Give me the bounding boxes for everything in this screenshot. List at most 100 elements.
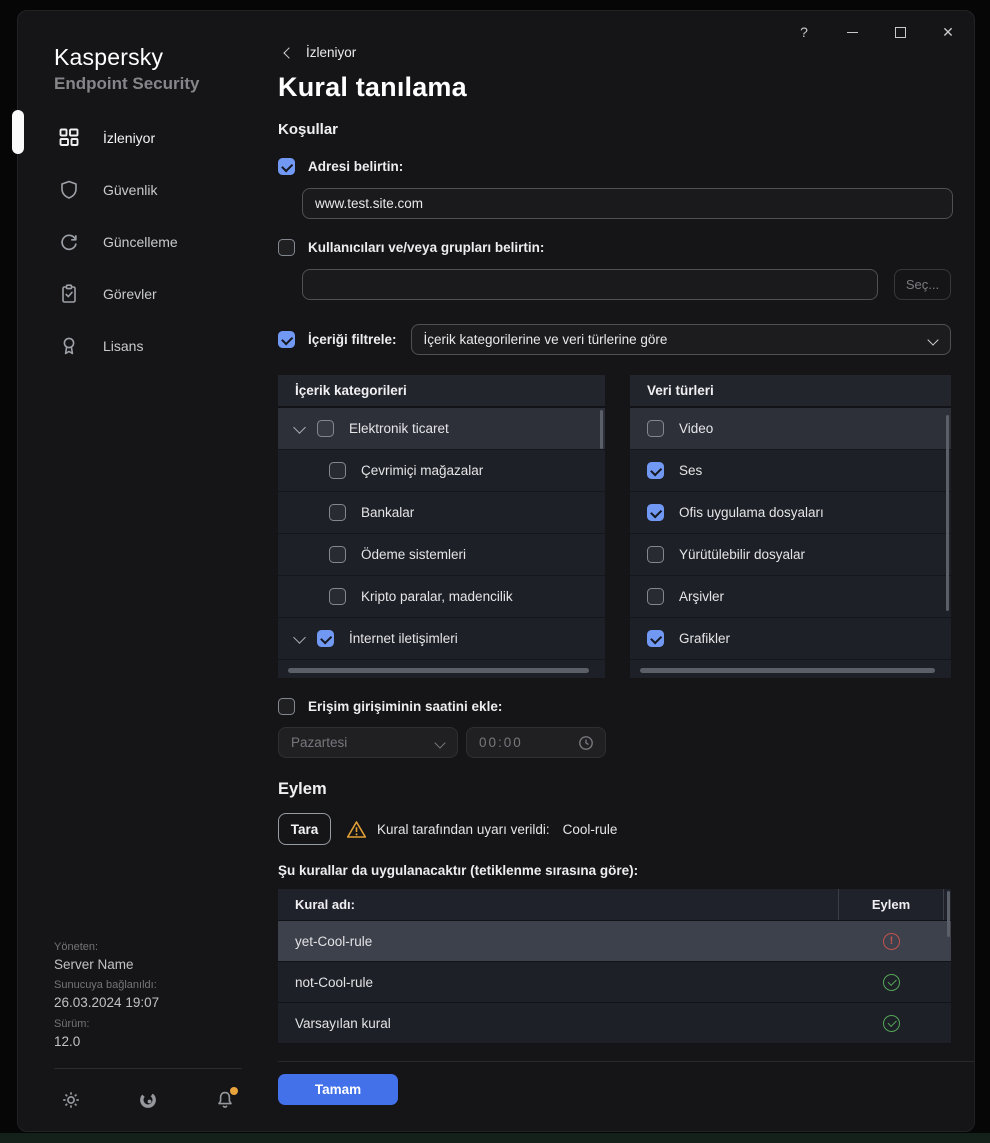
table-row[interactable]: Varsayılan kural: [278, 1003, 951, 1044]
data-type-checkbox[interactable]: [646, 630, 664, 647]
maximize-button[interactable]: [876, 11, 924, 53]
tasks-icon: [58, 284, 79, 305]
sidebar-item-izleniyor[interactable]: İzleniyor: [18, 112, 278, 164]
brand-subtitle: Endpoint Security: [54, 74, 200, 93]
notifications-button[interactable]: [214, 1087, 238, 1111]
day-dropdown-value: Pazartesi: [291, 735, 348, 750]
rule-name: yet-Cool-rule: [295, 933, 373, 949]
app-window: Kaspersky Endpoint Security İzleniyor Gü…: [12, 10, 975, 1132]
support-button[interactable]: [137, 1089, 159, 1111]
list-item[interactable]: Ses: [629, 450, 951, 492]
vertical-scrollbar[interactable]: [946, 415, 949, 611]
list-item[interactable]: Video: [629, 408, 951, 450]
ok-button[interactable]: Tamam: [278, 1074, 398, 1105]
data-type-checkbox[interactable]: [646, 462, 664, 479]
users-input[interactable]: [302, 269, 878, 300]
list-item[interactable]: Ödeme sistemleri: [278, 534, 605, 576]
category-checkbox[interactable]: [317, 420, 334, 437]
sidebar-item-lisans[interactable]: Lisans: [18, 320, 278, 372]
rule-status-icon: [883, 932, 900, 950]
category-label: Elektronik ticaret: [349, 421, 449, 436]
close-button[interactable]: ✕: [924, 11, 972, 53]
brand-title: Kaspersky: [54, 44, 164, 70]
maximize-icon: [894, 26, 906, 38]
filter-lists: İçerik kategorileri Elektronik ticaret Ç…: [278, 375, 951, 678]
users-checkbox[interactable]: [278, 239, 295, 256]
category-checkbox[interactable]: [329, 588, 346, 605]
managed-by-label: Yöneten:: [54, 940, 99, 953]
vertical-scrollbar[interactable]: [599, 410, 603, 449]
scan-row: Tara Kural tarafından uyarı verildi: Coo…: [278, 813, 951, 845]
list-item[interactable]: Kripto paralar, madencilik: [278, 576, 605, 618]
data-type-checkbox[interactable]: [646, 504, 664, 521]
list-item[interactable]: Yürütülebilir dosyalar: [629, 534, 951, 576]
category-checkbox[interactable]: [329, 504, 346, 521]
data-type-checkbox[interactable]: [646, 546, 664, 563]
rule-name: Varsayılan kural: [295, 1015, 391, 1031]
sidebar-item-gorevler[interactable]: Görevler: [18, 268, 278, 320]
column-header-rule-name: Kural adı:: [295, 897, 355, 912]
sidebar-footer-icons: [18, 1069, 278, 1131]
help-button[interactable]: ?: [780, 11, 828, 53]
data-type-checkbox[interactable]: [646, 588, 664, 605]
users-label: Kullanıcıları ve/veya grupları belirtin:: [308, 240, 545, 255]
list-item[interactable]: Grafikler: [629, 618, 951, 660]
sidebar-item-guncelleme[interactable]: Güncelleme: [18, 216, 278, 268]
settings-button[interactable]: [60, 1089, 82, 1111]
address-checkbox[interactable]: [278, 158, 295, 175]
data-type-label: Ofis uygulama dosyaları: [678, 505, 824, 520]
table-header: Kural adı: Eylem: [278, 889, 951, 921]
content-filter-dropdown[interactable]: İçerik kategorilerine ve veri türlerine …: [410, 324, 951, 355]
category-label: Ödeme sistemleri: [361, 547, 467, 562]
sidebar-item-label: Güvenlik: [103, 182, 158, 198]
users-input-row: Seç...: [302, 269, 951, 300]
minimize-button[interactable]: [828, 11, 876, 53]
category-checkbox[interactable]: [329, 462, 346, 479]
dashboard-icon: [58, 128, 79, 149]
gear-icon: [63, 1092, 79, 1108]
warning-icon: [346, 820, 367, 839]
conditions-section-title: Koşullar: [278, 121, 339, 138]
tree-expand-icon[interactable]: [293, 420, 306, 434]
vertical-scrollbar[interactable]: [947, 891, 950, 937]
address-input[interactable]: [302, 188, 953, 219]
list-item[interactable]: Ofis uygulama dosyaları: [629, 492, 951, 534]
time-input[interactable]: 00:00: [466, 727, 606, 758]
rule-name: not-Cool-rule: [295, 974, 374, 990]
sidebar-item-guvenlik[interactable]: Güvenlik: [18, 164, 278, 216]
version-value: 12.0: [54, 1033, 81, 1049]
list-item[interactable]: Çevrimiçi mağazalar: [278, 450, 605, 492]
category-label: Çevrimiçi mağazalar: [361, 463, 484, 478]
rules-table-caption: Şu kurallar da uygulanacaktır (tetiklenm…: [278, 863, 639, 878]
select-users-button[interactable]: Seç...: [894, 269, 951, 300]
data-type-checkbox[interactable]: [646, 420, 664, 437]
list-item[interactable]: Arşivler: [629, 576, 951, 618]
breadcrumb-label: İzleniyor: [306, 45, 357, 60]
table-row[interactable]: yet-Cool-rule: [278, 921, 951, 962]
tree-expand-icon[interactable]: [293, 630, 306, 644]
content-filter-dropdown-value: İçerik kategorilerine ve veri türlerine …: [423, 332, 668, 347]
day-dropdown[interactable]: Pazartesi: [278, 727, 458, 758]
time-checkbox[interactable]: [278, 698, 295, 715]
time-check-row: Erişim girişiminin saatini ekle:: [278, 698, 951, 715]
list-item[interactable]: İnternet iletişimleri: [278, 618, 605, 660]
category-checkbox[interactable]: [317, 630, 334, 647]
address-check-row: Adresi belirtin:: [278, 158, 951, 175]
table-row[interactable]: not-Cool-rule: [278, 962, 951, 1003]
list-item[interactable]: Bankalar: [278, 492, 605, 534]
content-filter-checkbox[interactable]: [278, 331, 295, 348]
close-icon: ✕: [942, 23, 954, 40]
content-filter-row: İçeriği filtrele: İçerik kategorilerine …: [278, 324, 951, 355]
data-type-label: Arşivler: [678, 589, 724, 604]
clock-icon: [578, 735, 594, 751]
list-item[interactable]: Elektronik ticaret: [278, 408, 605, 450]
sidebar: Kaspersky Endpoint Security İzleniyor Gü…: [12, 11, 278, 1131]
content-filter-label: İçeriği filtrele:: [308, 332, 397, 347]
horizontal-scrollbar[interactable]: [288, 668, 589, 673]
chevron-down-icon: [927, 334, 939, 346]
category-checkbox[interactable]: [329, 546, 346, 563]
connected-value: 26.03.2024 19:07: [54, 995, 160, 1010]
scan-button[interactable]: Tara: [278, 813, 331, 845]
horizontal-scrollbar[interactable]: [639, 668, 935, 673]
page-content: İzleniyor Kural tanılama Koşullar Adresi…: [278, 11, 974, 1061]
